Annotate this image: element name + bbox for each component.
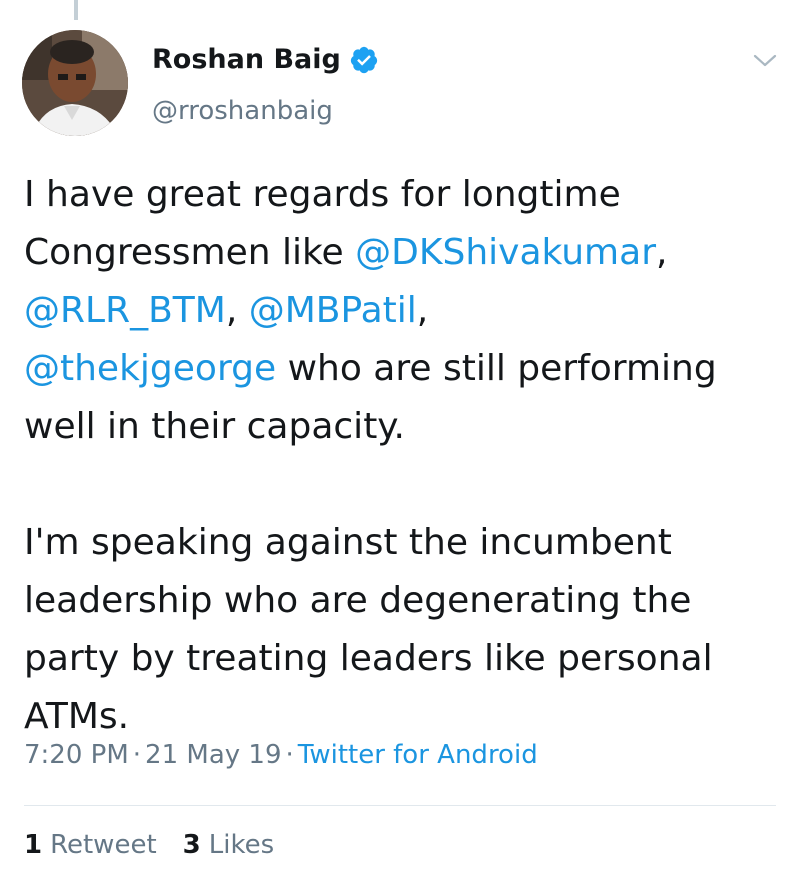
tweet-paragraph-1: I have great regards for longtime Congre… bbox=[24, 166, 784, 456]
author-name[interactable]: Roshan Baig bbox=[152, 44, 379, 75]
tweet-date[interactable]: 21 May 19 bbox=[145, 740, 281, 770]
retweets-stat[interactable]: 1 Retweet bbox=[24, 830, 157, 860]
tweet-text: I have great regards for longtime Congre… bbox=[24, 166, 784, 746]
tweet-stats: 1 Retweet 3 Likes bbox=[24, 830, 274, 860]
meta-separator: · bbox=[132, 740, 142, 770]
avatar-image bbox=[22, 30, 128, 136]
meta-separator: · bbox=[285, 740, 294, 770]
mention-link-dkshivakumar[interactable]: @DKShivakumar bbox=[355, 232, 656, 273]
likes-stat[interactable]: 3 Likes bbox=[183, 830, 274, 860]
thread-connector-line bbox=[74, 0, 78, 20]
retweets-count: 1 bbox=[24, 830, 43, 860]
tweet-text-separator: , bbox=[656, 232, 668, 273]
likes-count: 3 bbox=[182, 830, 201, 860]
mention-link-rlr-btm[interactable]: @RLR_BTM bbox=[24, 290, 226, 331]
verified-badge-icon bbox=[350, 46, 377, 73]
author-name-text: Roshan Baig bbox=[152, 44, 341, 75]
author-handle[interactable]: @rroshanbaig bbox=[152, 96, 333, 126]
tweet-paragraph-2: I'm speaking against the incumbent leade… bbox=[24, 522, 713, 737]
likes-label: Likes bbox=[208, 830, 275, 860]
tweet-source-link[interactable]: Twitter for Android bbox=[298, 740, 538, 770]
avatar[interactable] bbox=[22, 30, 128, 136]
tweet-time[interactable]: 7:20 PM bbox=[24, 740, 129, 770]
divider bbox=[24, 805, 776, 806]
chevron-down-icon[interactable] bbox=[752, 50, 778, 72]
tweet-text-separator: , bbox=[225, 290, 249, 331]
tweet-metadata: 7:20 PM · 21 May 19 · Twitter for Android bbox=[24, 740, 538, 770]
tweet-text-separator: , bbox=[416, 290, 429, 331]
mention-link-mbpatil[interactable]: @MBPatil bbox=[249, 290, 417, 331]
retweets-label: Retweet bbox=[50, 830, 157, 860]
mention-link-thekjgeorge[interactable]: @thekjgeorge bbox=[24, 348, 276, 389]
